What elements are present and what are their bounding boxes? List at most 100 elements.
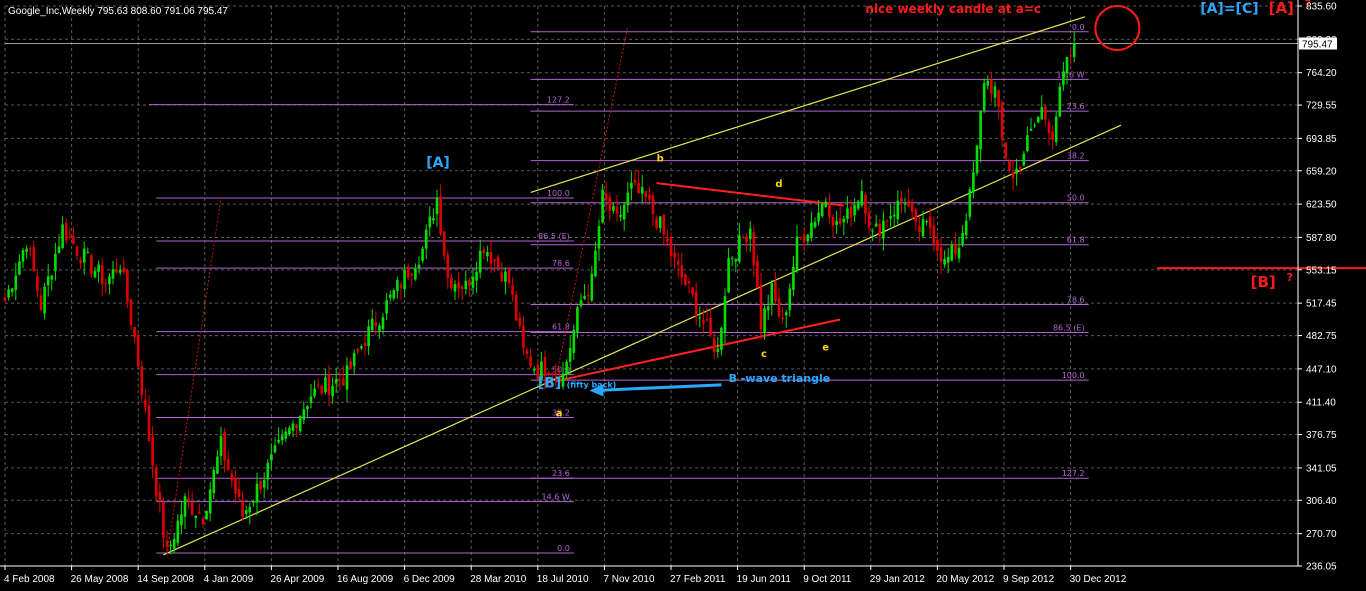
candle-body [831,216,835,226]
x-tick-label: 26 Apr 2009 [270,574,324,585]
fib-level-label: 14.6 W [1056,70,1084,79]
candle-body [223,432,226,461]
candle-body [230,473,234,481]
candle-body [370,318,374,331]
candle-body [705,319,709,321]
candle-body [547,372,550,376]
candle-body [903,203,907,205]
candle-body [352,352,356,367]
candle-body [367,326,370,347]
candle-body [799,236,802,238]
x-tick-label: 14 Sep 2008 [137,574,194,585]
candle-body [151,436,154,466]
annotation-label: [A] [1269,0,1294,17]
candle-body [734,259,738,262]
candle-body [500,272,504,282]
candle-body [75,246,79,257]
candle-body [86,252,90,254]
candle-body [813,221,817,228]
fib-level-label: 78.6 [552,259,570,268]
candle-body [871,230,874,232]
candle-body [316,384,320,386]
candle-body [622,205,626,220]
candle-body [72,235,75,245]
candle-body [738,235,741,262]
candle-body [1029,128,1033,131]
candle-body [676,260,680,265]
annotation-label: [B] [538,376,561,392]
candle-body [525,350,529,354]
candle-body [468,280,471,286]
candle-body [183,496,187,517]
candle-body [770,283,774,306]
candle-body [255,483,259,503]
candle-body [712,338,716,353]
candle-body [864,194,867,214]
fib-level-label: 127.2 [1062,469,1085,478]
candle-body [342,378,345,386]
candle-body [900,197,903,202]
candle-body [349,360,352,369]
candle-body [651,195,655,215]
candle-body [172,538,176,549]
candle-body [133,326,136,338]
candle-body [608,197,612,211]
candle-body [572,329,576,353]
fib-level-label: 86.5 (E) [538,232,570,241]
candle-body [954,243,957,255]
candle-body [252,500,255,503]
candle-body [986,80,990,86]
fib-level-label: 50.0 [1067,194,1085,203]
annotation-label: ? [1287,271,1293,284]
candle-body [835,221,838,225]
candle-body [234,478,237,494]
y-tick-label: 236.05 [1306,562,1337,573]
candle-body [777,298,781,317]
candle-body [284,431,288,439]
candle-body [306,406,309,410]
price-chart: 127.2 100.0 86.5 (E) 78.6 61.8 50.0 38.2 23.6 14… [0,0,1366,591]
candle-body [648,194,651,200]
candle-body [583,296,586,299]
candle-body [302,409,306,420]
candle-body [18,261,21,275]
candle-body [61,224,64,249]
y-tick-label: 835.60 [1306,2,1337,13]
y-tick-label: 270.70 [1306,529,1337,540]
candle-body [568,348,572,362]
candle-body [658,216,662,229]
candle-body [327,374,331,395]
candle-body [874,223,878,227]
candle-body [630,182,633,189]
x-tick-label: 26 May 2008 [71,574,129,585]
candle-body [187,498,190,502]
fib-level-label: 23.6 [1067,102,1085,111]
fib-level-label: 100.0 [547,189,570,198]
candle-body [727,258,730,293]
chart-header: Google_Inc,Weekly 795.63 808.60 791.06 7… [8,6,228,17]
candle-body [39,295,43,310]
candle-body [1008,161,1011,171]
candle-body [1069,55,1072,57]
candle-body [208,489,212,514]
candle-body [385,300,388,314]
candle-body [190,502,194,515]
candle-body [752,232,756,266]
candle-body [475,271,478,281]
candle-body [997,90,1000,107]
x-tick-label: 28 Mar 2010 [470,574,527,585]
candle-body [334,379,338,384]
candle-body [140,366,144,396]
candle-body [1022,153,1026,166]
candle-body [529,356,532,367]
candle-body [795,236,799,271]
candle-body [115,269,118,273]
candle-body [1054,116,1058,142]
candle-body [694,292,698,317]
candle-body [14,275,18,290]
candle-body [964,220,968,236]
candle-body [478,250,482,273]
candle-body [216,456,219,474]
candle-body [442,231,446,256]
candle-body [453,284,457,292]
